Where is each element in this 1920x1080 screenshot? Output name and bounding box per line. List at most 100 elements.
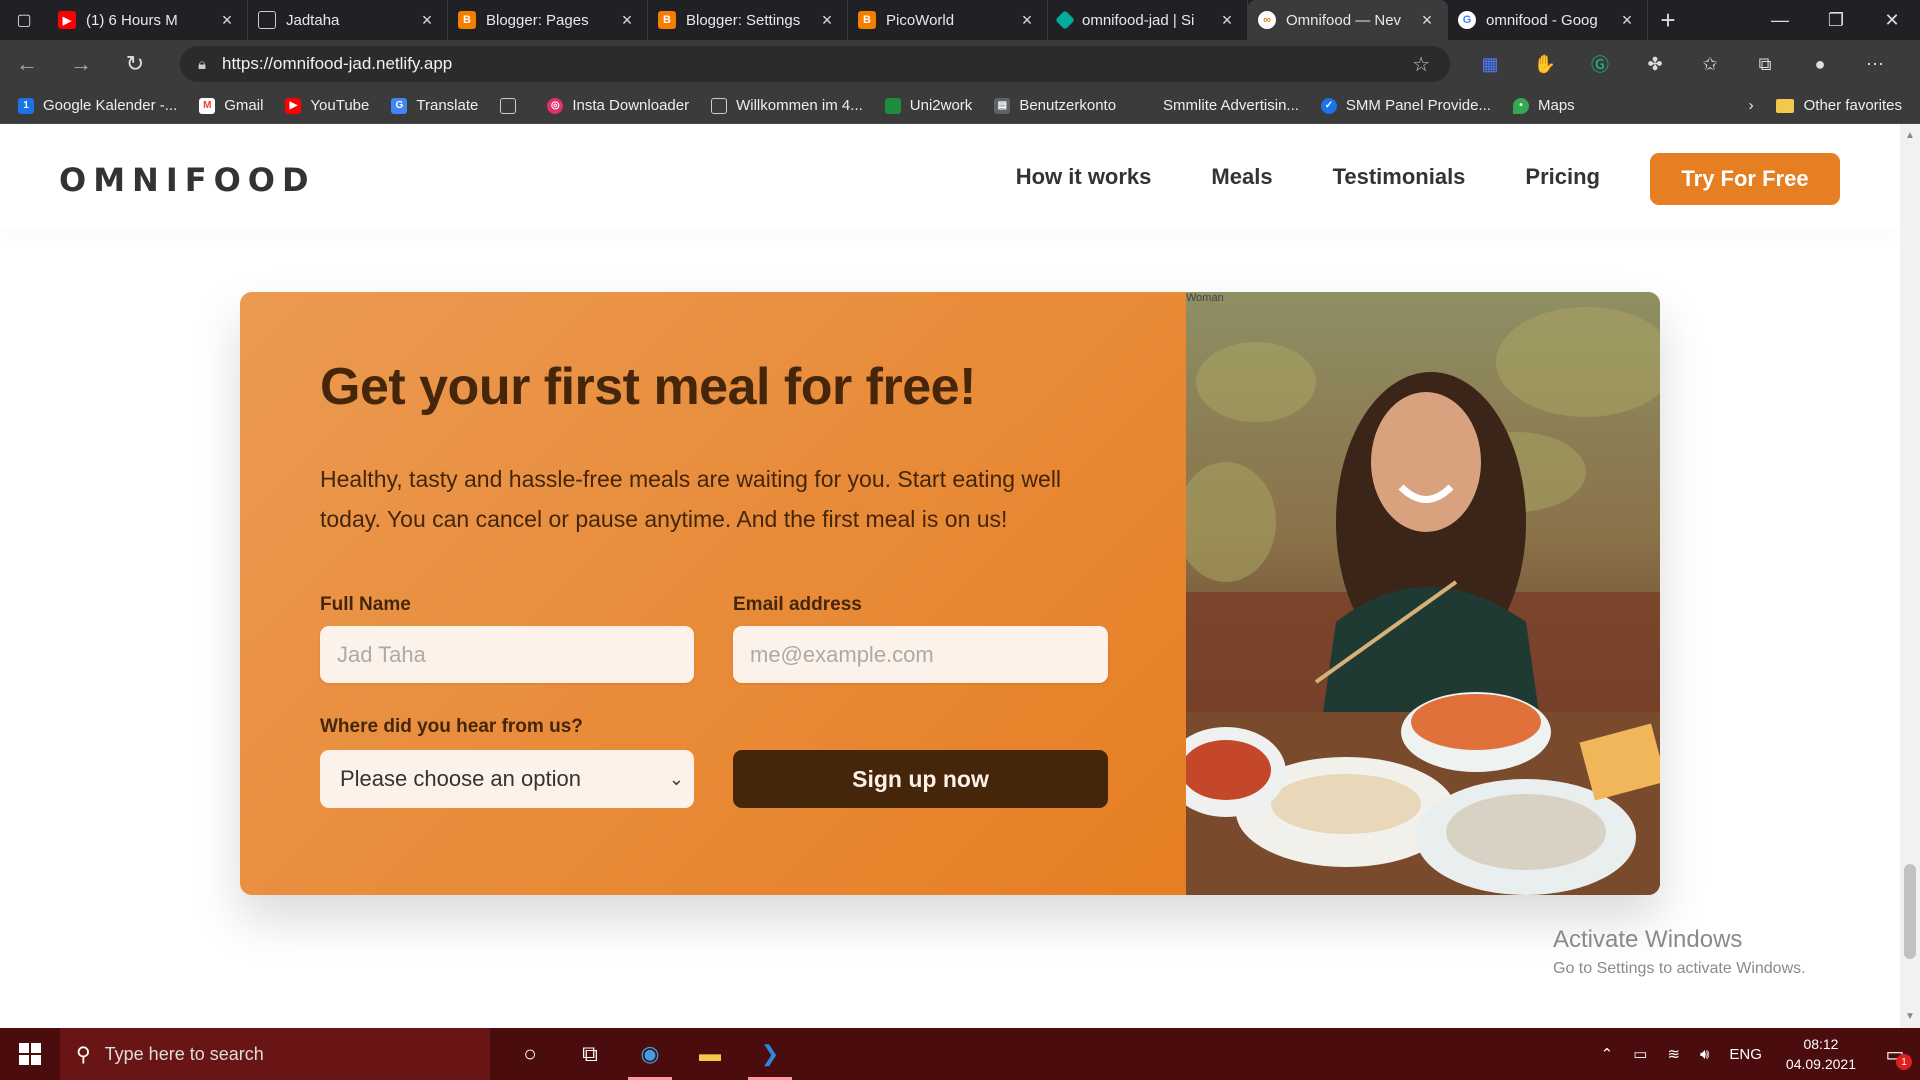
page-scrollbar[interactable]: ▲ ▼ [1900,124,1920,1028]
reload-icon[interactable]: ↻ [108,40,162,88]
google-icon: G [1458,11,1476,29]
more-menu-icon[interactable]: ⋯ [1855,46,1895,82]
restore-icon[interactable]: ❐ [1808,0,1864,40]
email-input[interactable]: me@example.com [733,626,1108,683]
nav-link-testimonials[interactable]: Testimonials [1333,164,1466,190]
tab-active[interactable]: ∞ Omnifood — Nev × [1248,0,1448,40]
full-name-placeholder: Jad Taha [337,641,426,667]
grammarly-icon[interactable]: Ⓖ [1580,46,1620,82]
new-tab-button[interactable]: + [1648,0,1688,40]
chevron-right-icon[interactable]: › [1749,97,1754,114]
task-view-icon[interactable]: ⧉ [560,1028,620,1080]
add-favorite-icon[interactable]: ☆ [1412,52,1430,77]
tab[interactable]: omnifood-jad | Si × [1048,0,1248,40]
tab[interactable]: B Blogger: Pages × [448,0,648,40]
notification-badge: 1 [1896,1054,1912,1070]
source-label: Where did you hear from us? [320,716,583,737]
check-badge-icon: ✓ [1320,97,1337,114]
page-icon [500,97,517,114]
wifi-icon[interactable]: ≋ [1667,1045,1680,1063]
tab-title: PicoWorld [886,11,955,29]
file-explorer-icon[interactable]: ▬ [680,1028,740,1080]
lock-icon[interactable]: 🔒︎ [198,56,206,73]
nav-link-how-it-works[interactable]: How it works [1016,164,1152,190]
bookmark-item[interactable]: G Translate [391,97,478,114]
collections-icon[interactable]: ⧉ [1745,46,1785,82]
volume-icon[interactable]: 🔊︎ [1700,1046,1709,1063]
woman-eating-photo [1186,292,1660,895]
forward-icon[interactable]: → [54,40,108,88]
notification-center-icon[interactable]: ▭ 1 [1870,1028,1920,1080]
page-icon [1138,98,1154,114]
close-icon[interactable]: × [617,10,637,31]
tab-title: (1) 6 Hours M [86,11,178,29]
edge-app-icon[interactable]: ◉ [620,1028,680,1080]
minimize-icon[interactable]: — [1752,0,1808,40]
try-for-free-button[interactable]: Try For Free [1650,153,1840,205]
close-window-icon[interactable]: ✕ [1864,0,1920,40]
window-controls: — ❐ ✕ [1752,0,1920,40]
tab-title: omnifood - Goog [1486,11,1598,29]
language-indicator[interactable]: ENG [1729,1046,1762,1063]
nav-link-pricing[interactable]: Pricing [1525,164,1600,190]
close-icon[interactable]: × [1417,10,1437,31]
bookmark-item[interactable]: M Gmail [199,97,263,114]
chevron-up-icon[interactable]: ⌃ [1601,1045,1614,1063]
start-button[interactable] [0,1028,60,1080]
bookmark-item[interactable]: ▤ Benutzerkonto [994,97,1116,114]
bookmark-item[interactable]: ✓ SMM Panel Provide... [1320,97,1491,114]
activate-subtitle: Go to Settings to activate Windows. [1553,960,1806,977]
bookmark-item[interactable]: • Maps [1512,97,1575,114]
close-icon[interactable]: × [1217,10,1237,31]
translate-icon: G [391,97,408,114]
bookmark-item[interactable]: Uni2work [884,97,972,114]
other-favorites[interactable]: › Other favorites [1749,97,1902,114]
tab-actions-icon[interactable]: ▢ [0,0,48,40]
scroll-down-icon[interactable]: ▼ [1905,1011,1915,1022]
blogger-icon: B [658,11,676,29]
back-icon[interactable]: ← [0,40,54,88]
taskbar-search[interactable]: ⚲ Type here to search [60,1028,490,1080]
favorites-icon[interactable]: ✩ [1690,46,1730,82]
close-icon[interactable]: × [1017,10,1037,31]
adblock-icon[interactable]: ✋ [1525,46,1565,82]
bookmark-item[interactable]: 1 Google Kalender -... [18,97,177,114]
extensions-icon[interactable]: ✤ [1635,46,1675,82]
tab[interactable]: G omnifood - Goog × [1448,0,1648,40]
close-icon[interactable]: × [217,10,237,31]
search-icon: ⚲ [76,1043,91,1066]
calendar-icon: 1 [18,97,34,114]
nav-link-meals[interactable]: Meals [1211,164,1272,190]
url-field[interactable]: 🔒︎ https://omnifood-jad.netlify.app ☆ [180,46,1450,82]
close-icon[interactable]: × [817,10,837,31]
tab[interactable]: B Blogger: Settings × [648,0,848,40]
tab[interactable]: B PicoWorld × [848,0,1048,40]
tab-title: Blogger: Settings [686,11,801,29]
gmail-icon: M [199,97,216,114]
scroll-thumb[interactable] [1904,864,1916,959]
tab[interactable]: ▶ (1) 6 Hours M × [48,0,248,40]
battery-icon[interactable]: ▭ [1633,1045,1647,1063]
profile-avatar-icon[interactable]: ● [1800,46,1840,82]
vscode-app-icon[interactable]: ❯ [740,1028,800,1080]
close-icon[interactable]: × [1617,10,1637,31]
cortana-icon[interactable]: ○ [500,1028,560,1080]
site-header: OMNIFOOD How it works Meals Testimonials… [0,124,1900,229]
tab[interactable]: Jadtaha × [248,0,448,40]
clock[interactable]: 08:12 04.09.2021 [1786,1034,1856,1074]
bookmark-item[interactable] [500,97,525,114]
bookmark-item[interactable]: ▶ YouTube [285,97,369,114]
netlify-icon [1055,10,1075,30]
cta-image: Woman [1186,292,1660,895]
cta-card: Get your first meal for free! Healthy, t… [240,292,1660,895]
full-name-input[interactable]: Jad Taha [320,626,694,683]
omnifood-logo[interactable]: OMNIFOOD [59,161,316,199]
bookmark-item[interactable]: Smmlite Advertisin... [1138,97,1299,114]
bookmark-item[interactable]: ◎ Insta Downloader [547,97,689,114]
scroll-up-icon[interactable]: ▲ [1905,130,1915,141]
sign-up-button[interactable]: Sign up now [733,750,1108,808]
apps-grid-icon[interactable]: ▦ [1470,46,1510,82]
source-select[interactable]: Please choose an option ⌄ [320,750,694,808]
bookmark-item[interactable]: Willkommen im 4... [711,97,863,114]
close-icon[interactable]: × [417,10,437,31]
